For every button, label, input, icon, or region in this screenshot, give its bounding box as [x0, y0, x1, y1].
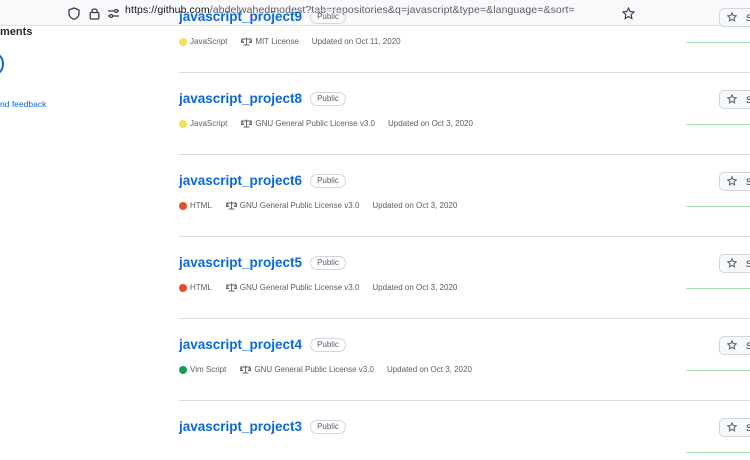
- license-name: GNU General Public License v3.0: [239, 201, 360, 210]
- star-button[interactable]: S: [719, 336, 750, 355]
- language-color-dot: [179, 37, 187, 46]
- repo-title-row: javascript_project5 Public: [179, 255, 346, 270]
- star-icon: [726, 421, 738, 434]
- law-icon: [241, 119, 253, 128]
- permissions-icon[interactable]: [105, 5, 121, 21]
- repo-item: javascript_project4 Public Vim Script GN…: [179, 319, 750, 401]
- law-icon: [225, 283, 237, 292]
- visibility-badge: Public: [310, 255, 346, 270]
- star-button[interactable]: S: [719, 418, 750, 437]
- language-color-dot: [179, 119, 187, 128]
- repo-item: javascript_project5 Public HTML GNU Gene…: [179, 237, 750, 319]
- repo-meta: JavaScript MIT License Updated on Oct 11…: [179, 37, 401, 46]
- license-name: GNU General Public License v3.0: [255, 119, 375, 128]
- language-color-dot: [179, 283, 187, 292]
- star-icon: [726, 257, 738, 270]
- star-icon: [726, 93, 738, 106]
- language-name: Vim Script: [190, 365, 227, 374]
- star-button[interactable]: S: [719, 8, 750, 27]
- language-name: JavaScript: [190, 37, 228, 46]
- repo-item: javascript_project3 Public S: [179, 401, 750, 460]
- language-color-dot: [179, 365, 187, 374]
- visibility-badge: Public: [310, 9, 346, 24]
- star-button-label: S: [746, 94, 750, 105]
- license-name: MIT License: [255, 37, 299, 46]
- repo-meta: HTML GNU General Public License v3.0 Upd…: [179, 283, 457, 292]
- shield-icon[interactable]: [66, 5, 82, 21]
- repo-meta: JavaScript GNU General Public License v3…: [179, 119, 473, 128]
- law-icon: [241, 37, 253, 46]
- activity-sparkline: [686, 452, 750, 453]
- language-name: JavaScript: [190, 119, 228, 128]
- repo-meta: HTML GNU General Public License v3.0 Upd…: [179, 201, 457, 210]
- repo-item: javascript_project8 Public JavaScript GN…: [179, 73, 750, 155]
- star-icon: [726, 339, 738, 352]
- repo-name-link[interactable]: javascript_project8: [179, 91, 302, 106]
- star-icon: [726, 175, 738, 188]
- language-name: HTML: [190, 283, 212, 292]
- feedback-link[interactable]: nd feedback: [0, 99, 46, 109]
- activity-sparkline: [686, 288, 750, 289]
- star-button-label: S: [746, 340, 750, 351]
- repo-name-link[interactable]: javascript_project3: [179, 419, 302, 434]
- activity-sparkline: [686, 124, 750, 125]
- repo-name-link[interactable]: javascript_project4: [179, 337, 302, 352]
- repo-meta: Vim Script GNU General Public License v3…: [179, 365, 472, 374]
- language-color-dot: [179, 201, 187, 210]
- star-button-label: S: [746, 258, 750, 269]
- repo-name-link[interactable]: javascript_project5: [179, 255, 302, 270]
- repo-title-row: javascript_project6 Public: [179, 173, 346, 188]
- language-name: HTML: [190, 201, 212, 210]
- updated-date: Updated on Oct 3, 2020: [386, 365, 472, 374]
- star-icon: [726, 11, 738, 24]
- star-button-label: S: [746, 176, 750, 187]
- activity-sparkline: [686, 42, 750, 43]
- repo-title-row: javascript_project4 Public: [179, 337, 346, 352]
- visibility-badge: Public: [310, 173, 346, 188]
- star-button[interactable]: S: [719, 254, 750, 273]
- license-name: GNU General Public License v3.0: [239, 283, 360, 292]
- star-button-label: S: [746, 12, 750, 23]
- activity-sparkline: [686, 206, 750, 207]
- progress-ring: [0, 51, 4, 77]
- updated-date: Updated on Oct 3, 2020: [372, 283, 458, 292]
- law-icon: [225, 201, 237, 210]
- star-button-label: S: [746, 422, 750, 433]
- star-button[interactable]: S: [719, 90, 750, 109]
- repo-item: javascript_project6 Public HTML GNU Gene…: [179, 155, 750, 237]
- updated-date: Updated on Oct 11, 2020: [311, 37, 401, 46]
- repo-title-row: javascript_project3 Public: [179, 419, 346, 434]
- repo-title-row: javascript_project9 Public: [179, 9, 346, 24]
- repo-item: javascript_project9 Public JavaScript MI…: [179, 0, 750, 73]
- law-icon: [240, 365, 252, 374]
- activity-sparkline: [686, 370, 750, 371]
- repo-name-link[interactable]: javascript_project6: [179, 173, 302, 188]
- visibility-badge: Public: [310, 419, 346, 434]
- lock-icon[interactable]: [86, 5, 102, 21]
- repo-title-row: javascript_project8 Public: [179, 91, 346, 106]
- visibility-badge: Public: [310, 91, 346, 106]
- sidebar-heading: ments: [0, 26, 33, 38]
- visibility-badge: Public: [310, 337, 346, 352]
- updated-date: Updated on Oct 3, 2020: [372, 201, 458, 210]
- repo-name-link[interactable]: javascript_project9: [179, 9, 302, 24]
- license-name: GNU General Public License v3.0: [254, 365, 374, 374]
- star-button[interactable]: S: [719, 172, 750, 191]
- updated-date: Updated on Oct 3, 2020: [387, 119, 473, 128]
